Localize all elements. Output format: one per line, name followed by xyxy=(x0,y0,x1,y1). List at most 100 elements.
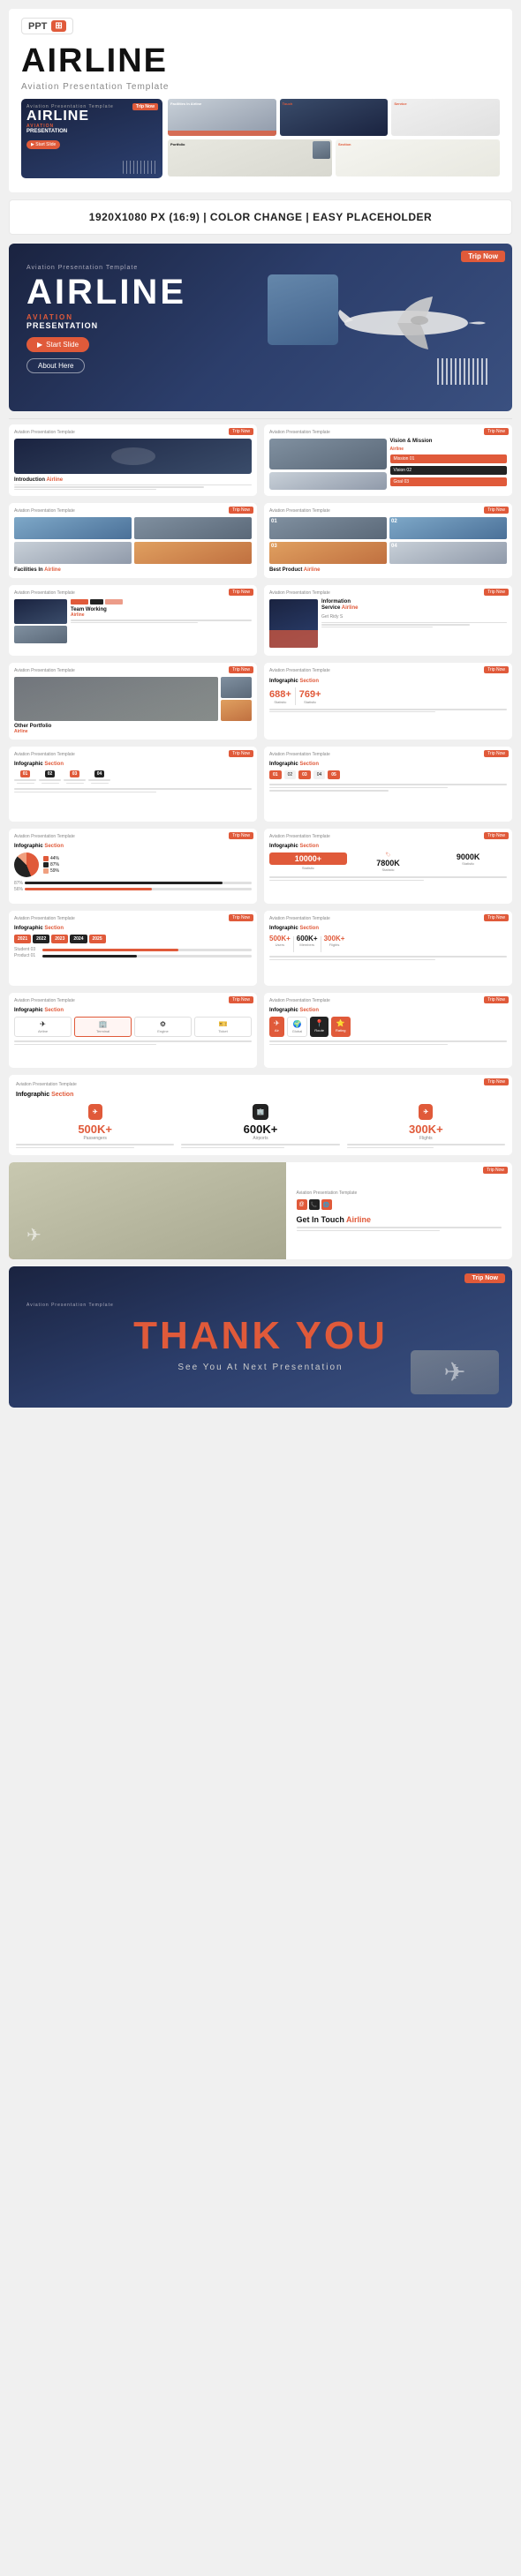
touch-icons: @ 📞 🌐 xyxy=(297,1199,502,1212)
inf2-box-4: 04 xyxy=(313,770,326,779)
team-subtitle: Airline xyxy=(71,612,252,618)
product-title: Best Product Airline xyxy=(269,567,507,573)
product-img-1: 01 xyxy=(269,517,387,539)
product-img-4: 04 xyxy=(389,542,507,564)
facility-img-4 xyxy=(134,542,252,564)
ppt-label: PPT xyxy=(28,21,47,32)
service-photo xyxy=(269,599,318,648)
stat-688: 688+ Statistic xyxy=(269,689,291,704)
product-badge: Trip Now xyxy=(484,507,509,514)
facilities-badge: Trip Now xyxy=(229,507,253,514)
product-brand: Aviation Presentation Template xyxy=(269,508,507,514)
icon-colored-1: ✈ Air xyxy=(269,1017,284,1037)
vision-brand-label: Aviation Presentation Template xyxy=(269,430,507,435)
big-stat-600k: 🏢 600K+ Airports xyxy=(181,1102,339,1148)
slide-row-9: Aviation Presentation Template Trip Now … xyxy=(9,1075,512,1155)
team-photos xyxy=(14,599,67,643)
page-wrapper: PPT ⊞ AIRLINE Aviation Presentation Temp… xyxy=(0,0,521,1416)
slide-team: Aviation Presentation Template Trip Now xyxy=(9,585,257,656)
slide-infographic-big-stats: Aviation Presentation Template Trip Now … xyxy=(9,1075,512,1155)
icons1-title: Infographic Section xyxy=(14,1008,252,1013)
mini-text-3: Service xyxy=(391,99,500,109)
about-btn[interactable]: About Here xyxy=(26,358,85,373)
team-info: Team Working Airline xyxy=(71,599,252,624)
slide-facilities: Aviation Presentation Template Trip Now … xyxy=(9,503,257,578)
pie-brand: Aviation Presentation Template xyxy=(14,834,252,839)
ppt-badge: PPT ⊞ xyxy=(21,18,73,34)
icon-box-3: ⚙ Engine xyxy=(134,1017,192,1037)
people-stat-2: 600K+ Members xyxy=(297,935,318,952)
service-title: InformationService Airline xyxy=(321,599,507,612)
slide-intro: Aviation Presentation Template Trip Now … xyxy=(9,424,257,497)
aviation-label: AVIATION xyxy=(26,313,98,321)
preview-trip-badge: Trip Now xyxy=(132,103,158,110)
pie-title: Infographic Section xyxy=(14,844,252,849)
bigstats-badge: Trip Now xyxy=(484,1078,509,1085)
mini-preview-1: Facilities In Airline xyxy=(168,99,276,136)
mini-text-1: Facilities In Airline xyxy=(168,99,276,109)
year-2024: 2024 xyxy=(70,935,87,943)
vision-photo-2 xyxy=(269,472,387,490)
team-brand: Aviation Presentation Template xyxy=(14,590,252,596)
portfolio-img-1 xyxy=(14,677,218,721)
start-btn-label: Start Slide xyxy=(46,341,79,349)
stat-769: 769+ Statistic xyxy=(299,689,321,704)
preview-airline-title: AIRLINE xyxy=(26,109,157,124)
years-brand: Aviation Presentation Template xyxy=(14,916,252,921)
inf-col-03: 03 xyxy=(64,770,86,784)
icon-colored-4: ⭐ Rating xyxy=(331,1017,351,1037)
icons2-badge: Trip Now xyxy=(484,996,509,1003)
ty-plane-bg: ✈ xyxy=(411,1350,499,1394)
play-icon: ▶ xyxy=(37,341,42,349)
ty-trip-badge: Trip Now xyxy=(464,1273,505,1283)
slide-row-2: Aviation Presentation Template Trip Now … xyxy=(9,503,512,578)
facility-img-1 xyxy=(14,517,132,539)
inf2-box-5: 05 xyxy=(328,770,340,779)
product-img-2: 02 xyxy=(389,517,507,539)
building-photo xyxy=(268,274,338,345)
icons1-badge: Trip Now xyxy=(229,996,253,1003)
slide-row-1: Aviation Presentation Template Trip Now … xyxy=(9,424,512,497)
infostats-brand: Aviation Presentation Template xyxy=(269,668,507,673)
slide-get-in-touch: ✈ Aviation Presentation Template Trip No… xyxy=(9,1162,512,1259)
vision-trip-badge: Trip Now xyxy=(484,428,509,435)
icons2-brand: Aviation Presentation Template xyxy=(269,998,507,1003)
about-btn-label: About Here xyxy=(38,362,73,370)
big-stat-500k: ✈ 500K+ Passengers xyxy=(16,1102,174,1148)
see-you-text: See You At Next Presentation xyxy=(177,1363,343,1372)
people-stat-1: 500K+ Users xyxy=(269,935,291,952)
start-slide-btn[interactable]: ▶ Start Slide xyxy=(26,337,89,352)
icon-colored-2: 🌍 Global xyxy=(287,1017,308,1037)
facilities-title: Facilities In Airline xyxy=(14,567,252,573)
slide-row-thankyou: Aviation Presentation Template Trip Now … xyxy=(9,1266,512,1408)
numsbig-brand: Aviation Presentation Template xyxy=(269,834,507,839)
presentation-label: PRESENTATION xyxy=(26,321,98,330)
service-brand: Aviation Presentation Template xyxy=(269,590,507,596)
trip-badge: Trip Now xyxy=(461,251,505,262)
slide-row-6: Aviation Presentation Template Trip Now … xyxy=(9,829,512,904)
thank-you-content: Aviation Presentation Template Trip Now … xyxy=(9,1266,512,1408)
bigstats-brand: Aviation Presentation Template xyxy=(16,1082,505,1087)
slide-infographic-people: Aviation Presentation Template Trip Now … xyxy=(264,911,512,986)
preview-barcode xyxy=(123,161,158,174)
portfolio-badge: Trip Now xyxy=(229,666,253,673)
preview-pres: PRESENTATION xyxy=(26,129,157,134)
header-section: PPT ⊞ AIRLINE Aviation Presentation Temp… xyxy=(9,9,512,192)
slide-vision: Aviation Presentation Template Trip Now … xyxy=(264,424,512,497)
slide-row-3: Aviation Presentation Template Trip Now xyxy=(9,585,512,656)
intro-photo xyxy=(14,439,252,474)
preview-start-btn[interactable]: ▶ Start Slide xyxy=(26,140,60,149)
icon-colored-3: 📍 Route xyxy=(310,1017,328,1037)
mini-preview-5: Section xyxy=(336,139,500,176)
vision-card-2: Vision 02 xyxy=(390,466,508,475)
infnum2-badge: Trip Now xyxy=(484,750,509,757)
touch-text-area: Aviation Presentation Template Trip Now … xyxy=(286,1162,513,1259)
inf2-box-3: 03 xyxy=(298,770,311,779)
numsbig-badge: Trip Now xyxy=(484,832,509,839)
mini-preview-3: Service xyxy=(391,99,500,136)
vision-photo-1 xyxy=(269,439,387,469)
slide-portfolio: Aviation Presentation Template Trip Now … xyxy=(9,663,257,740)
icon-box-4: 🎫 Ticket xyxy=(194,1017,252,1037)
main-title: AIRLINE xyxy=(21,43,500,80)
numsbig-title: Infographic Section xyxy=(269,844,507,849)
